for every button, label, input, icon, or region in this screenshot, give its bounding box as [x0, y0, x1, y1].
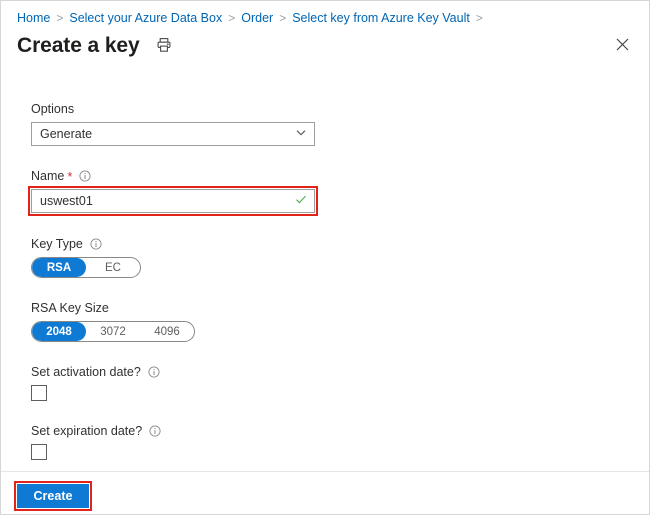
rsa-key-size-label: RSA Key Size [31, 300, 619, 316]
rsa-key-size-option-3072[interactable]: 3072 [86, 322, 140, 341]
options-selected-value: Generate [40, 127, 93, 141]
key-type-label: Key Type [31, 236, 619, 252]
set-activation-date-checkbox[interactable] [31, 385, 47, 401]
field-options: Options Generate [31, 101, 619, 146]
breadcrumb-item-select-your-azure-data-box[interactable]: Select your Azure Data Box [69, 11, 222, 25]
rsa-key-size-label-text: RSA Key Size [31, 301, 109, 315]
key-type-toggle-group: RSA EC [31, 257, 141, 278]
rsa-key-size-toggle-group: 2048 3072 4096 [31, 321, 195, 342]
breadcrumb-item-order[interactable]: Order [241, 11, 273, 25]
printer-icon[interactable] [156, 37, 173, 54]
name-input-value: uswest01 [40, 194, 93, 208]
breadcrumb-separator-trailing: > [475, 11, 483, 25]
name-label-text: Name [31, 169, 65, 183]
create-button-annotation-wrap: Create [14, 481, 92, 511]
name-input[interactable]: uswest01 [31, 189, 315, 213]
options-label: Options [31, 101, 619, 117]
chevron-down-icon [295, 127, 307, 142]
key-type-option-rsa[interactable]: RSA [32, 258, 86, 277]
breadcrumb-separator: > [56, 11, 64, 25]
footer: Create [1, 472, 649, 514]
options-select[interactable]: Generate [31, 122, 315, 146]
field-set-activation-date: Set activation date? [31, 364, 619, 401]
breadcrumb-separator: > [228, 11, 236, 25]
set-activation-date-label-text: Set activation date? [31, 365, 141, 379]
field-name: Name * uswest01 [28, 168, 619, 216]
field-set-expiration-date: Set expiration date? [31, 423, 619, 460]
field-key-type: Key Type RSA EC [31, 236, 619, 278]
rsa-key-size-option-2048[interactable]: 2048 [32, 322, 86, 341]
breadcrumb-item-home[interactable]: Home [17, 11, 50, 25]
breadcrumb-separator: > [279, 11, 287, 25]
rsa-key-size-option-4096[interactable]: 4096 [140, 322, 194, 341]
info-icon[interactable] [149, 425, 161, 437]
create-key-form: Options Generate Name * uswest01 Key Typ… [28, 101, 619, 514]
set-activation-date-label: Set activation date? [31, 364, 619, 380]
key-type-label-text: Key Type [31, 237, 83, 251]
set-expiration-date-label: Set expiration date? [31, 423, 619, 439]
options-label-text: Options [31, 102, 75, 116]
required-marker: * [67, 168, 73, 184]
page-title: Create a key [17, 33, 140, 57]
info-icon[interactable] [90, 238, 102, 250]
create-a-key-blade: Home > Select your Azure Data Box > Orde… [0, 0, 650, 515]
set-expiration-date-checkbox[interactable] [31, 444, 47, 460]
check-icon [295, 194, 307, 209]
close-icon[interactable] [609, 31, 635, 57]
title-row: Create a key [17, 29, 635, 61]
key-type-option-ec[interactable]: EC [86, 258, 140, 277]
breadcrumb-item-select-key-from-azure-key-vault[interactable]: Select key from Azure Key Vault [292, 11, 470, 25]
create-button[interactable]: Create [17, 484, 89, 508]
set-expiration-date-label-text: Set expiration date? [31, 424, 143, 438]
field-rsa-key-size: RSA Key Size 2048 3072 4096 [31, 300, 619, 342]
name-label: Name * [31, 168, 619, 184]
breadcrumb: Home > Select your Azure Data Box > Orde… [17, 9, 633, 27]
info-icon[interactable] [79, 170, 91, 182]
info-icon[interactable] [148, 366, 160, 378]
name-input-annotation-wrap: uswest01 [28, 186, 318, 216]
